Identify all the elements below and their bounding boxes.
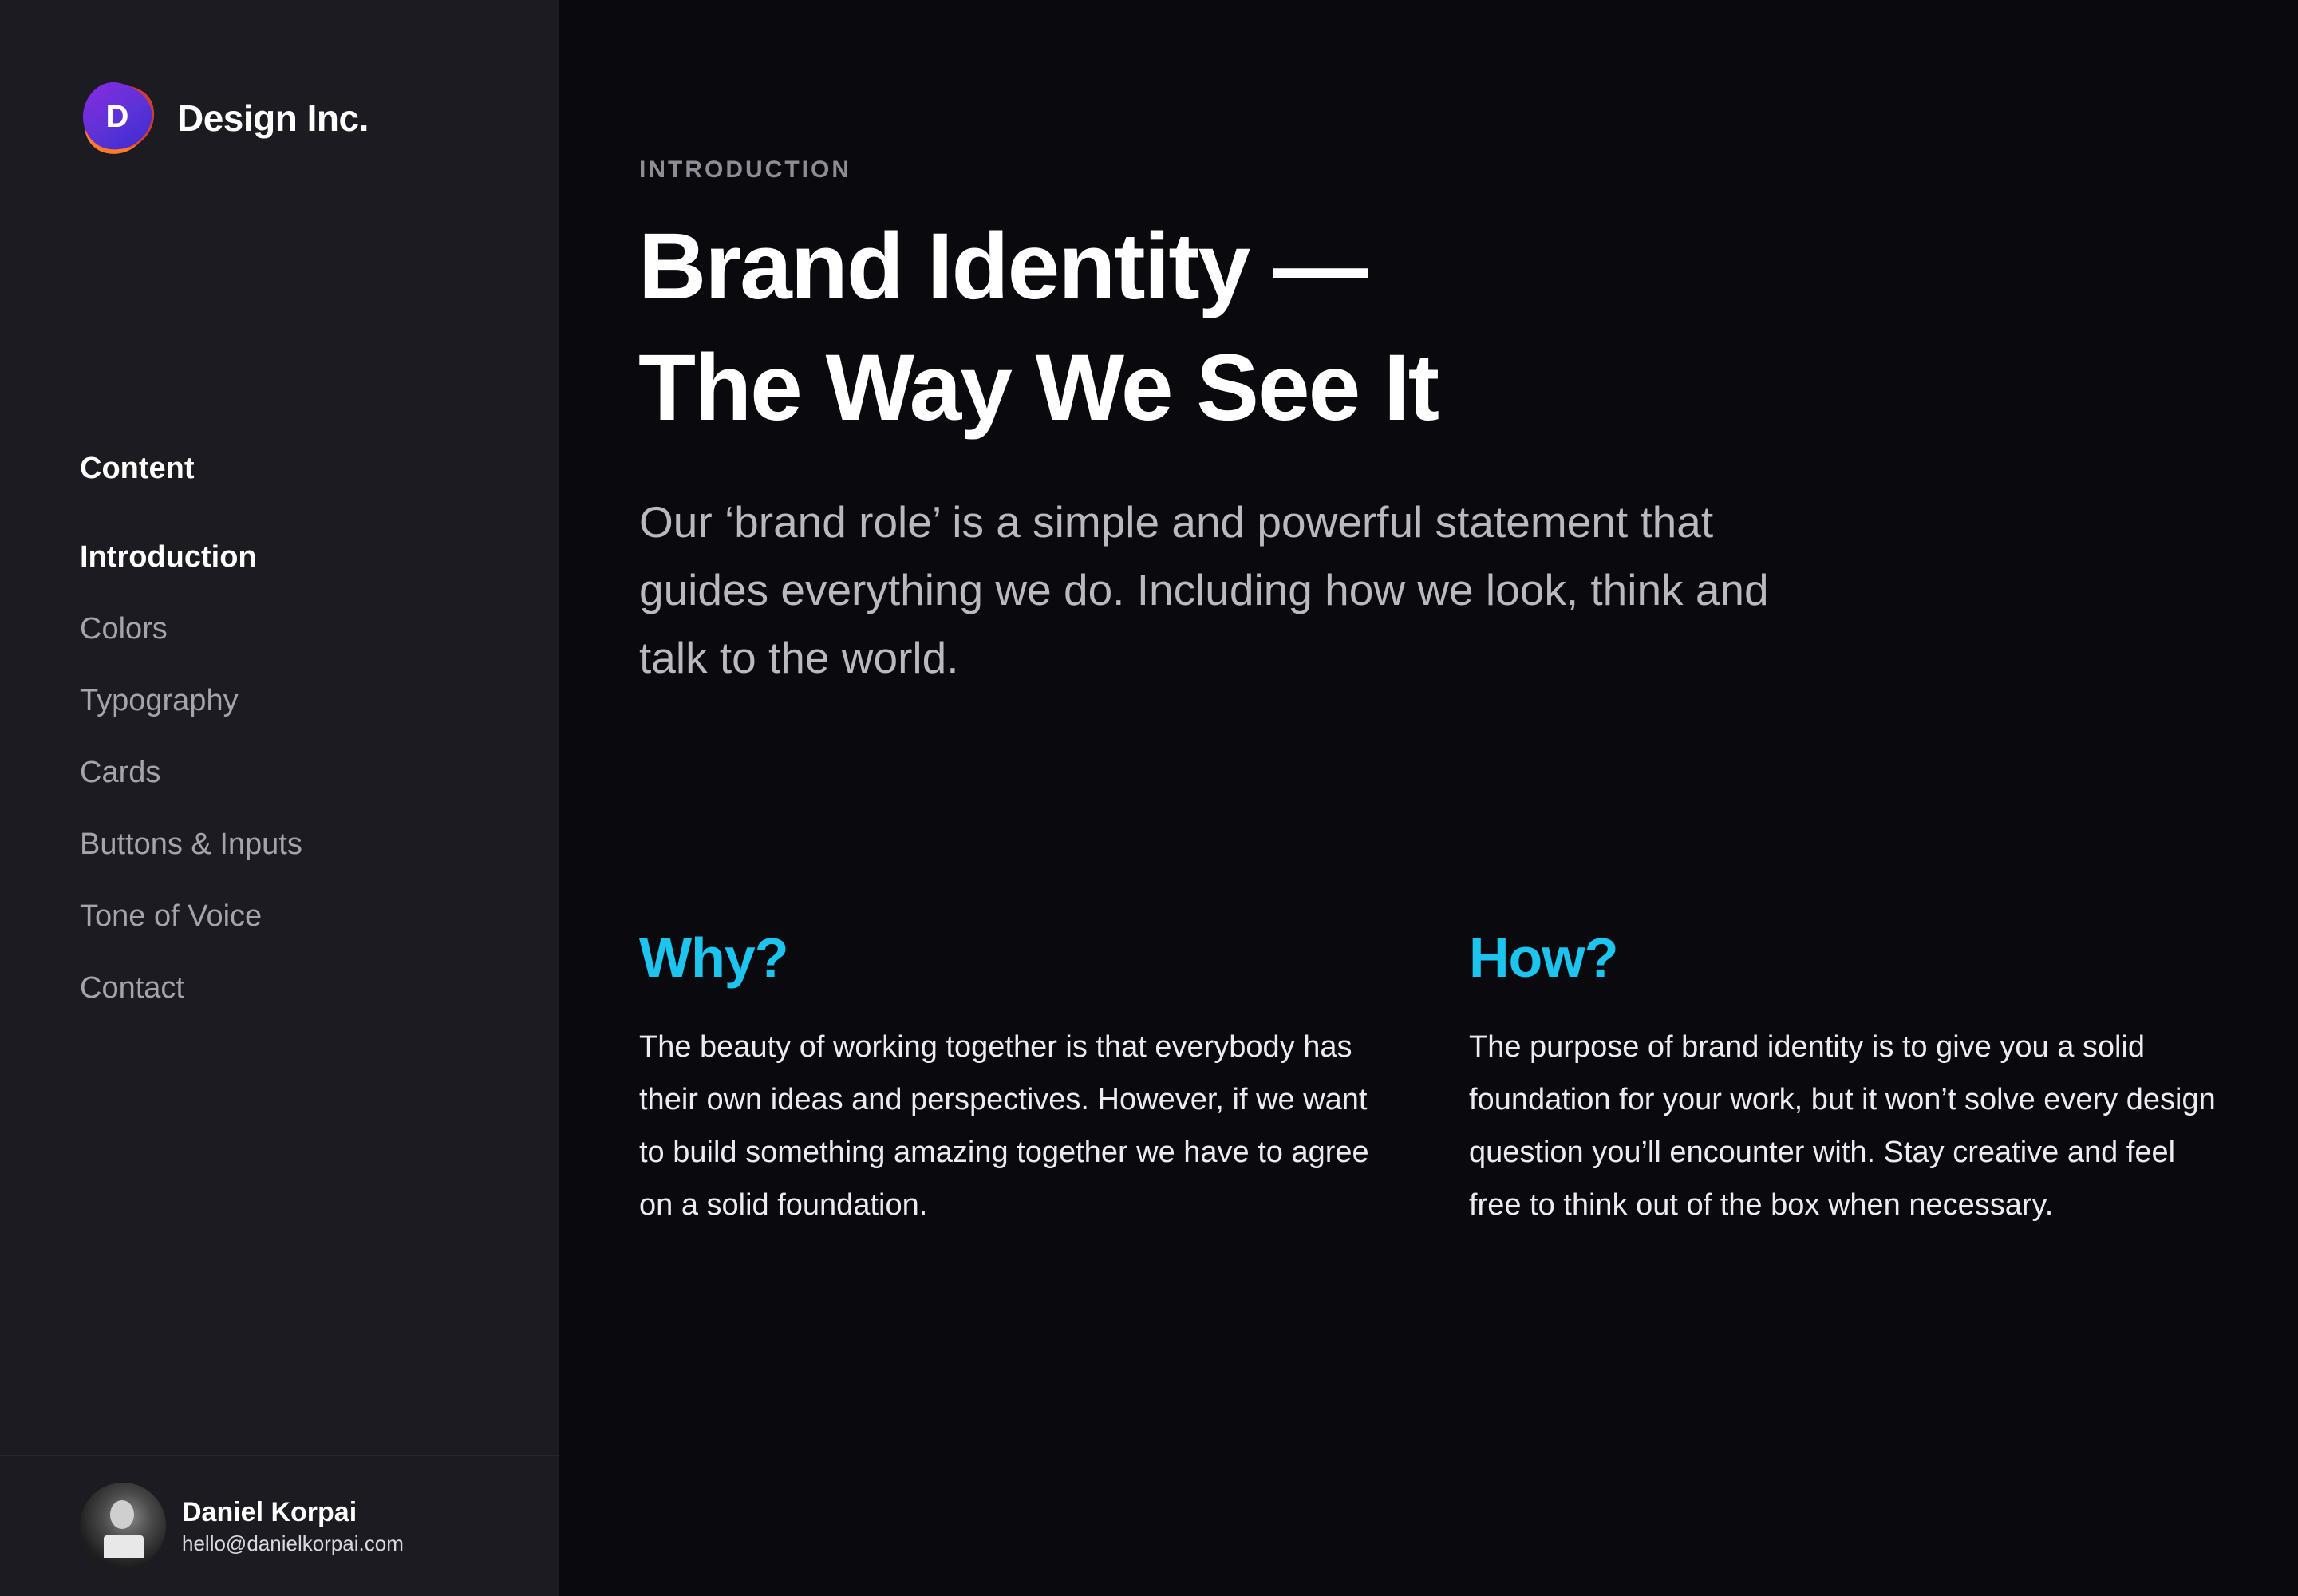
sidebar-item-contact[interactable]: Contact [80,967,302,1039]
nav-heading: Content [80,452,195,485]
why-body: The beauty of working together is that e… [639,1030,1369,1222]
app-window: D Design Inc. Content Introduction Color… [0,0,2298,1596]
brand[interactable]: D Design Inc. [76,77,369,164]
sidebar-divider [0,1455,559,1456]
sidebar-item-buttons-inputs[interactable]: Buttons & Inputs [80,824,302,895]
page-title: Brand Identity — The Way We See It [638,206,1439,448]
avatar [80,1483,166,1569]
main-content: INTRODUCTION Brand Identity — The Way We… [559,0,2298,1596]
user-profile[interactable]: Daniel Korpai hello@danielkorpai.com [80,1483,404,1569]
lead-paragraph: Our ‘brand role’ is a simple and powerfu… [639,497,1769,682]
sidebar-item-cards[interactable]: Cards [80,752,302,824]
sidebar-item-introduction[interactable]: Introduction [80,536,302,608]
brand-logo-icon: D [76,77,162,164]
why-heading: Why? [639,926,789,989]
how-body: The purpose of brand identity is to give… [1469,1030,2216,1222]
profile-email[interactable]: hello@danielkorpai.com [182,1530,404,1557]
why-section: Why? The beauty of working together is t… [639,922,1389,1231]
how-heading: How? [1469,926,1619,989]
brand-logo-letter: D [105,98,129,134]
page-title-line-2: The Way We See It [638,335,1439,440]
profile-name: Daniel Korpai [182,1497,357,1527]
sidebar-item-tone-of-voice[interactable]: Tone of Voice [80,895,302,967]
section-eyebrow: INTRODUCTION [639,156,851,183]
sidebar-item-typography[interactable]: Typography [80,680,302,752]
sidebar-nav: Introduction Colors Typography Cards But… [80,536,302,1039]
sidebar-item-colors[interactable]: Colors [80,608,302,680]
how-section: How? The purpose of brand identity is to… [1469,922,2219,1231]
sidebar: D Design Inc. Content Introduction Color… [0,0,559,1596]
page-title-line-1: Brand Identity — [638,214,1368,319]
brand-name: Design Inc. [177,97,369,139]
